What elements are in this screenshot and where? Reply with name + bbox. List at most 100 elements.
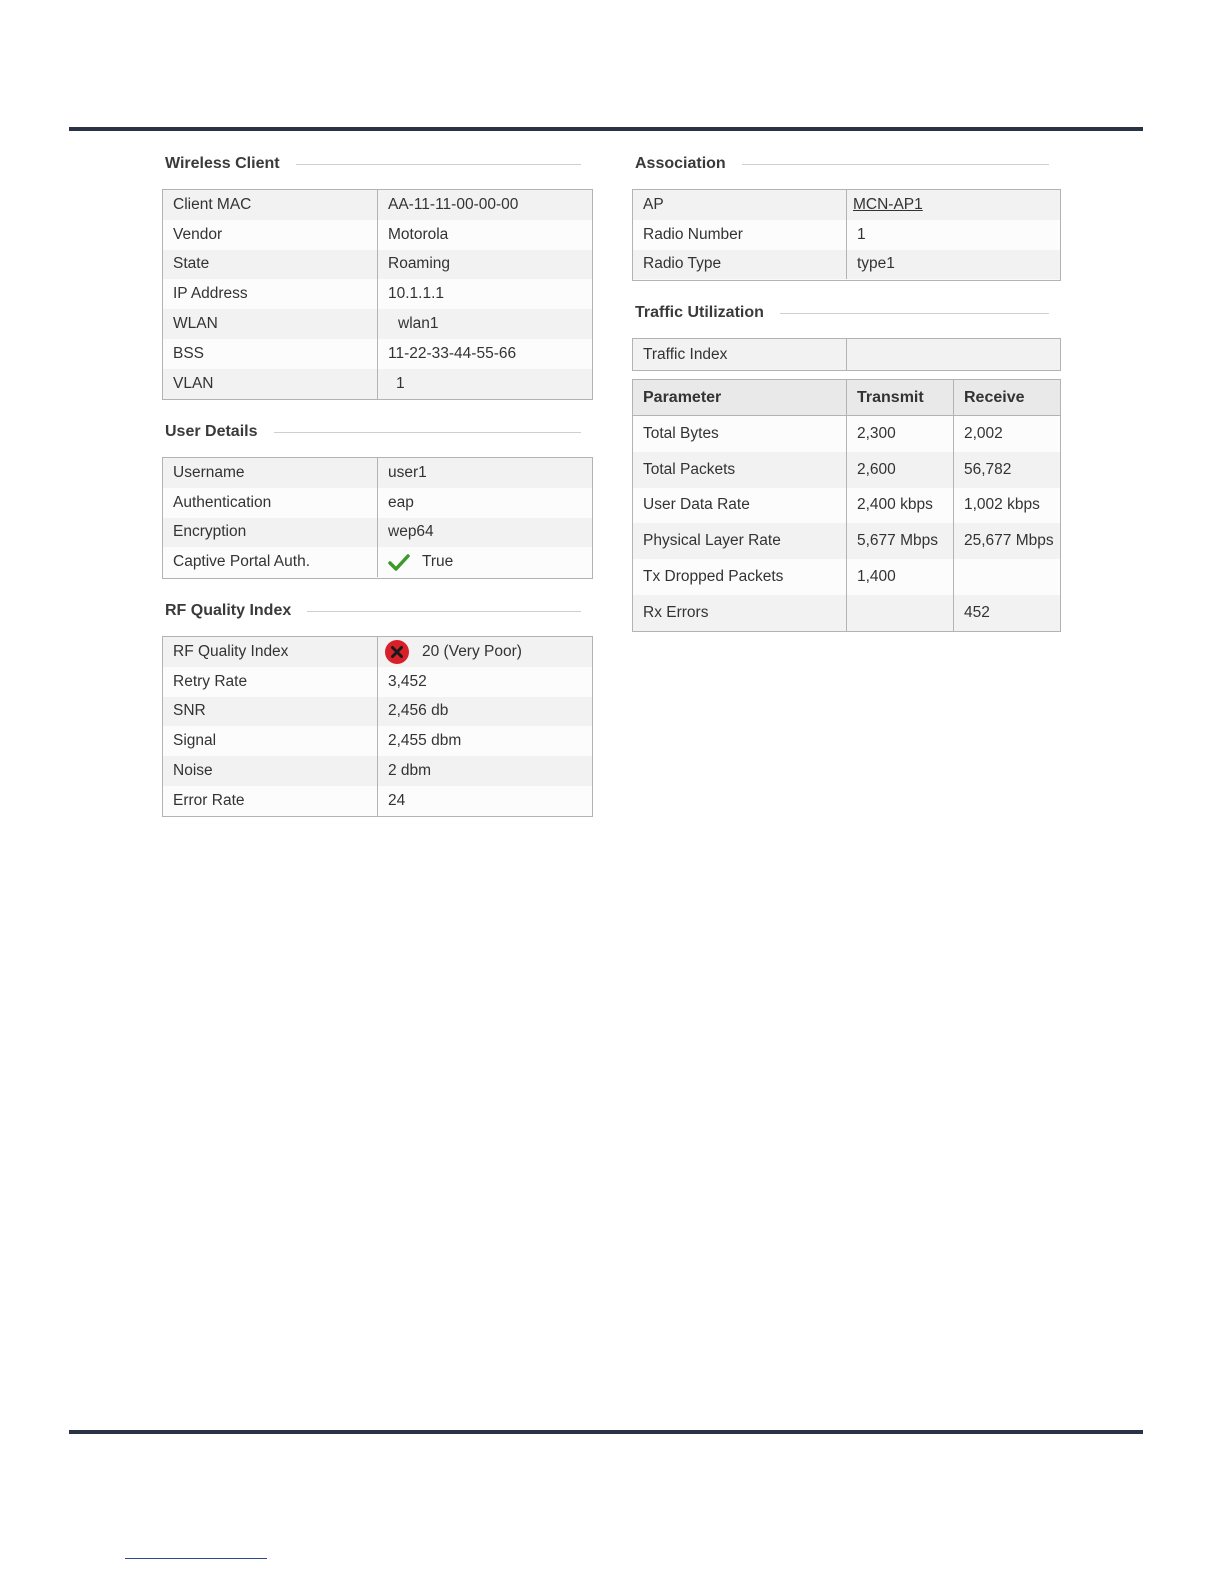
row-value: 1 <box>857 225 866 243</box>
table-row: Radio Type type1 <box>633 249 1060 280</box>
table-row: Total Bytes 2,300 2,002 <box>633 416 1060 452</box>
cell-parameter: Total Bytes <box>633 416 847 452</box>
table-row: Tx Dropped Packets 1,400 <box>633 559 1060 595</box>
cell-parameter: Physical Layer Rate <box>633 523 847 560</box>
row-label: AP <box>633 190 847 220</box>
row-value: 10.1.1.1 <box>388 285 445 303</box>
table-row: Signal 2,455 dbm <box>163 726 592 757</box>
table-row: WLAN wlan1 <box>163 309 592 339</box>
divider <box>741 163 1049 165</box>
row-value: Motorola <box>388 225 449 243</box>
cell-parameter: User Data Rate <box>633 487 847 524</box>
table-row: Retry Rate 3,452 <box>163 666 592 697</box>
table-row: Physical Layer Rate 5,677 Mbps 25,677 Mb… <box>633 523 1060 560</box>
checkmark-icon <box>388 554 410 572</box>
row-label: IP Address <box>163 279 378 310</box>
user-details-table: Username user1 Authentication eap Encrypti… <box>162 457 593 579</box>
association-table: AP MCN-AP1 Radio Number 1 Radio Type type1 <box>632 189 1061 281</box>
table-body: Total Bytes 2,300 2,002 Total Packets 2,… <box>633 416 1060 631</box>
table-row: BSS 11-22-33-44-55-66 <box>163 338 592 369</box>
user-details-heading: User Details <box>165 422 581 442</box>
divider <box>779 312 1049 314</box>
cell-receive: 25,677 Mbps <box>964 532 1054 550</box>
cell-receive: 2,002 <box>964 424 1003 442</box>
wireless-client-heading: Wireless Client <box>165 154 581 174</box>
traffic-parameter-table: Parameter Transmit Receive Total Bytes 2… <box>632 379 1061 632</box>
column-header-parameter: Parameter <box>633 380 847 415</box>
row-label: Noise <box>163 756 378 786</box>
row-label: Username <box>163 458 378 488</box>
row-value: AA-11-11-00-00-00 <box>388 195 519 213</box>
wireless-client-table: Client MAC AA-11-11-00-00-00 Vendor Motoro… <box>162 189 593 400</box>
section-title: Wireless Client <box>165 155 280 172</box>
cell-parameter: Tx Dropped Packets <box>633 559 847 595</box>
cell-transmit: 2,300 <box>847 416 954 452</box>
top-rule <box>69 127 1143 131</box>
row-label: Radio Type <box>633 249 847 280</box>
table-row: Rx Errors 452 <box>633 594 1060 631</box>
cell-receive <box>954 559 1060 595</box>
bottom-rule <box>69 1430 1143 1434</box>
row-label: State <box>163 249 378 280</box>
error-x-icon <box>385 639 409 664</box>
table-row: Noise 2 dbm <box>163 756 592 786</box>
cell-transmit: 2,600 <box>847 451 954 488</box>
table-row: Captive Portal Auth. True <box>163 547 592 578</box>
table-row: RF Quality Index 20 (Very Poor) <box>163 637 592 667</box>
table-row: Username user1 <box>163 458 592 488</box>
table-row: IP Address 10.1.1.1 <box>163 279 592 310</box>
cell-transmit: 2,400 kbps <box>847 487 954 524</box>
cell-receive: 452 <box>964 603 990 621</box>
row-value-cell: MCN-AP1 <box>847 190 1060 220</box>
section-title: Association <box>635 155 726 172</box>
table-row: User Data Rate 2,400 kbps 1,002 kbps <box>633 487 1060 524</box>
section-title: RF Quality Index <box>165 602 292 619</box>
traffic-index-value <box>847 339 1060 370</box>
row-value: 2 dbm <box>388 762 432 780</box>
row-label: Retry Rate <box>163 666 378 697</box>
table-row: Vendor Motorola <box>163 219 592 250</box>
divider <box>295 163 581 165</box>
row-label: Client MAC <box>163 190 378 220</box>
cell-transmit <box>847 594 954 631</box>
table-row: Encryption wep64 <box>163 517 592 548</box>
table-row: Total Packets 2,600 56,782 <box>633 451 1060 488</box>
table-row: AP MCN-AP1 <box>633 190 1060 220</box>
row-value: 3,452 <box>388 672 427 690</box>
row-value: 24 <box>388 791 406 809</box>
rf-quality-table: RF Quality Index 20 (Very Poor) Retry Ra… <box>162 636 593 817</box>
table-row: Error Rate 24 <box>163 785 592 816</box>
row-label: Authentication <box>163 487 378 518</box>
row-value: Roaming <box>388 255 451 273</box>
row-label: SNR <box>163 696 378 727</box>
table-row: Authentication eap <box>163 487 592 518</box>
footer-link-underline <box>125 1558 267 1559</box>
row-label: RF Quality Index <box>163 637 378 667</box>
table-row: VLAN 1 <box>163 368 592 399</box>
row-label: Vendor <box>163 219 378 250</box>
table-row: Client MAC AA-11-11-00-00-00 <box>163 190 592 220</box>
ap-link[interactable]: MCN-AP1 <box>853 196 923 214</box>
row-value: eap <box>388 493 414 511</box>
row-value: user1 <box>388 463 427 481</box>
row-label: WLAN <box>163 309 378 339</box>
row-label: Radio Number <box>633 219 847 250</box>
divider <box>273 431 581 433</box>
traffic-index-label: Traffic Index <box>633 339 847 370</box>
row-value: type1 <box>857 255 895 273</box>
table-row: Radio Number 1 <box>633 219 1060 250</box>
row-value: 2,456 db <box>388 702 449 720</box>
row-value-cell: True <box>378 547 592 577</box>
traffic-utilization-heading: Traffic Utilization <box>635 303 1049 323</box>
cell-transmit: 1,400 <box>847 559 954 595</box>
row-value: 2,455 dbm <box>388 732 462 750</box>
row-label: Signal <box>163 726 378 757</box>
section-title: User Details <box>165 423 258 440</box>
divider <box>307 610 581 612</box>
traffic-index-row: Traffic Index <box>632 338 1061 371</box>
rf-quality-heading: RF Quality Index <box>165 601 581 621</box>
table-row: SNR 2,456 db <box>163 696 592 727</box>
row-label: Captive Portal Auth. <box>163 547 378 578</box>
table-header: Parameter Transmit Receive <box>633 380 1060 416</box>
row-label: VLAN <box>163 368 378 399</box>
